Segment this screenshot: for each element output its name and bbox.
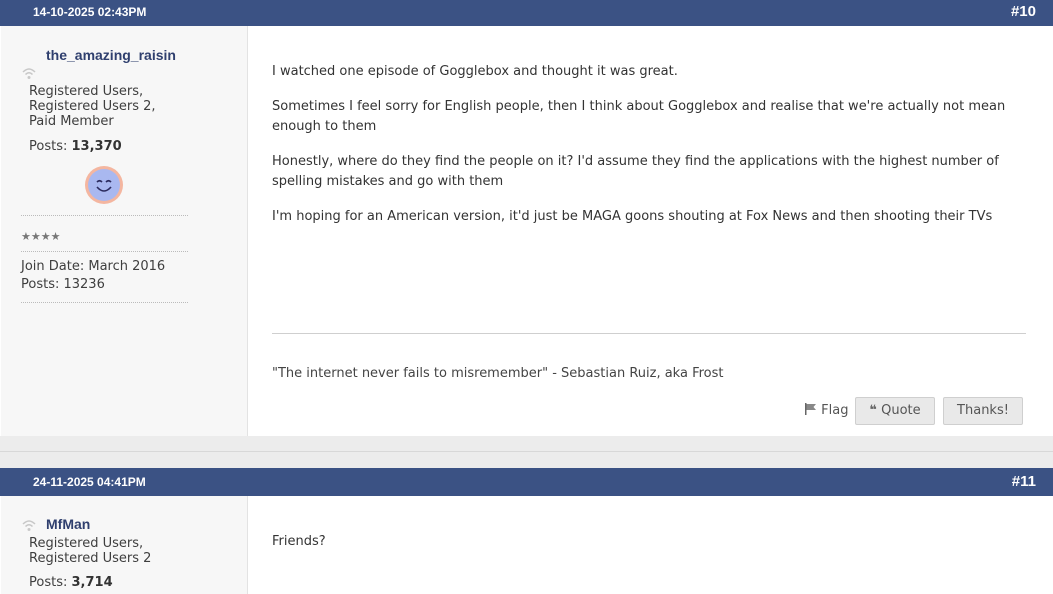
post-paragraph: Friends?: [272, 534, 326, 549]
posts-label: Posts:: [29, 575, 68, 590]
rank-stars: ★★★★: [21, 230, 61, 243]
user-group: Registered Users,: [29, 536, 144, 551]
post-content: Friends?: [248, 496, 1053, 594]
user-group: Registered Users 2,: [29, 99, 156, 114]
quote-button[interactable]: ❝ Quote: [855, 397, 935, 425]
post-paragraph: Honestly, where do they find the people …: [272, 154, 999, 189]
signature: "The internet never fails to misremember…: [272, 366, 724, 381]
post: 24-11-2025 04:41PM #11 MfMan Registered …: [0, 468, 1053, 594]
post-paragraph: Sometimes I feel sorry for English peopl…: [272, 99, 1006, 134]
user-group: Paid Member: [29, 114, 114, 129]
user-title: Registered Users, Registered Users 2, Pa…: [29, 84, 156, 129]
online-status-icon: [22, 520, 36, 531]
user-group: Registered Users,: [29, 84, 144, 99]
post-gap-divider: [0, 451, 1053, 452]
post-date: 14-10-2025 02:43PM: [33, 5, 147, 19]
user-meta: Join Date: March 2016 Posts: 13236: [21, 258, 165, 294]
posts-label: Posts:: [29, 139, 68, 154]
divider: [21, 215, 188, 216]
user-group: Registered Users 2: [29, 551, 152, 566]
smiley-face-icon: [96, 179, 112, 192]
thanks-button[interactable]: Thanks!: [943, 397, 1023, 425]
flag-icon: [805, 403, 816, 415]
username-link[interactable]: MfMan: [46, 515, 186, 534]
post-permalink[interactable]: #11: [1012, 473, 1036, 490]
post-permalink[interactable]: #10: [1011, 3, 1036, 20]
post-date: 24-11-2025 04:41PM: [33, 475, 146, 489]
post-paragraph: I'm hoping for an American version, it'd…: [272, 209, 993, 224]
posts-count: 3,714: [71, 575, 113, 590]
flag-label: Flag: [821, 403, 849, 418]
user-post-count: Posts: 13,370: [29, 139, 122, 154]
post-header: 14-10-2025 02:43PM #10: [0, 0, 1053, 26]
user-info: the_amazing_raisin Registered Users, Reg…: [1, 26, 248, 436]
divider: [21, 302, 188, 303]
user-post-count: Posts: 3,714: [29, 575, 113, 590]
post: 14-10-2025 02:43PM #10 the_amazing_raisi…: [0, 0, 1053, 436]
avatar[interactable]: [85, 166, 123, 204]
post-paragraph: I watched one episode of Gogglebox and t…: [272, 64, 678, 79]
quote-label: Quote: [881, 403, 921, 418]
posts-count: 13,370: [71, 139, 122, 154]
quote-icon: ❝: [869, 403, 877, 418]
flag-button[interactable]: Flag: [804, 403, 848, 418]
online-status-icon: [22, 68, 36, 79]
post-header: 24-11-2025 04:41PM #11: [0, 468, 1053, 496]
post-total: Posts: 13236: [21, 277, 105, 292]
join-date: Join Date: March 2016: [21, 259, 166, 274]
username-link[interactable]: the_amazing_raisin: [46, 46, 186, 65]
user-title: Registered Users, Registered Users 2: [29, 536, 151, 566]
divider: [21, 251, 188, 252]
post-content: I watched one episode of Gogglebox and t…: [248, 26, 1053, 436]
user-info: MfMan Registered Users, Registered Users…: [1, 496, 248, 594]
signature-divider: [272, 333, 1026, 334]
